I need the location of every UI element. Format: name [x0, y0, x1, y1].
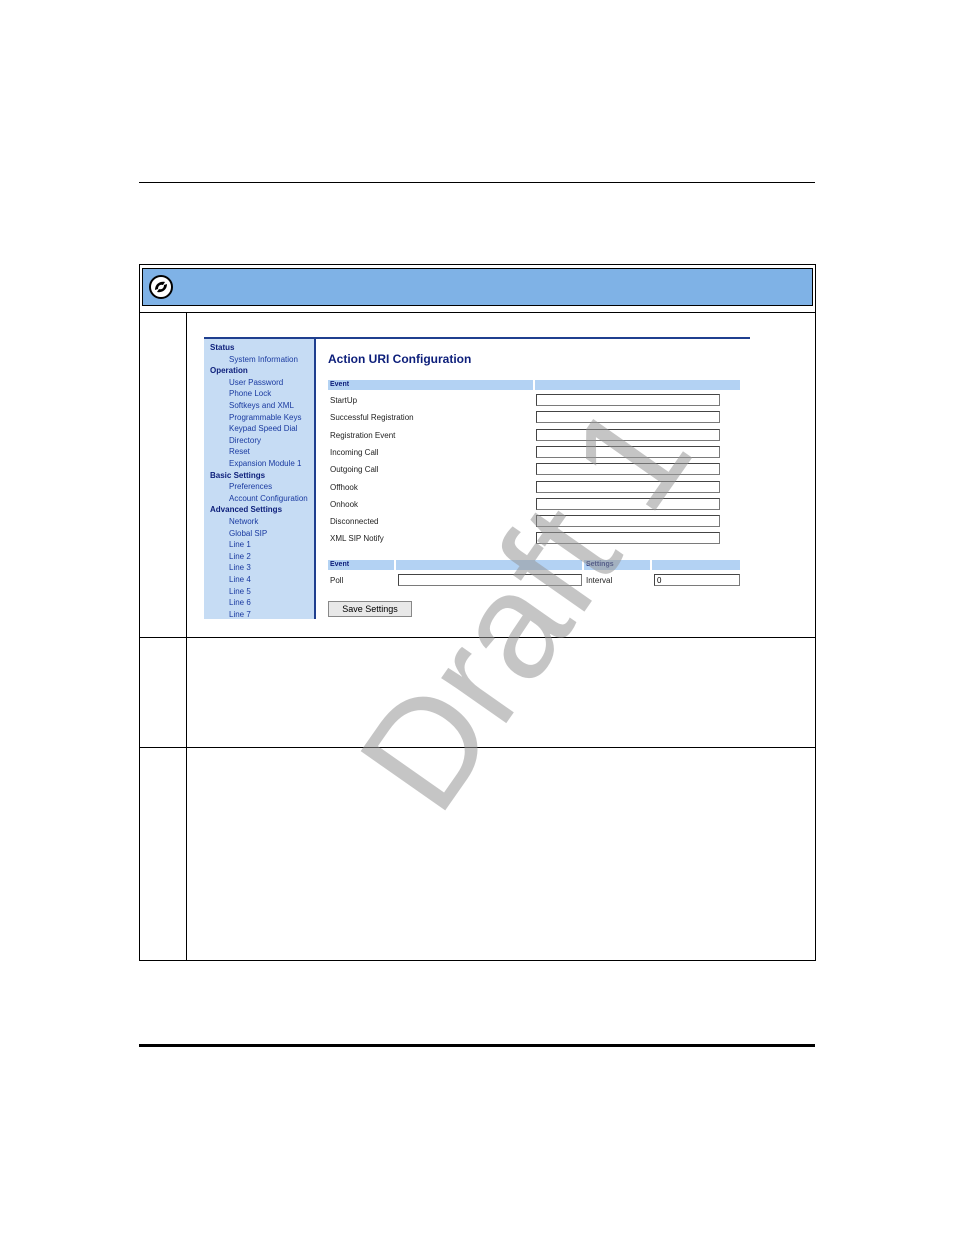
sidebar-item[interactable]: Account Configuration — [229, 494, 308, 504]
event-field-label: Incoming Call — [330, 447, 379, 457]
settings-header-band: Settings — [584, 560, 650, 570]
sidebar-item[interactable]: Line 4 — [229, 575, 251, 585]
sidebar-section-label: Basic Settings — [210, 470, 266, 480]
poll-label: Poll — [330, 576, 344, 585]
poll-input[interactable] — [398, 574, 582, 586]
sidebar-item[interactable]: Preferences — [229, 482, 272, 492]
event-uri-input[interactable] — [536, 463, 720, 476]
action-uri-screenshot: Status System Information Operation User Pa… — [204, 337, 750, 619]
sidebar-item[interactable]: User Password — [229, 378, 283, 388]
sidebar-item[interactable]: Programmable Keys — [229, 413, 301, 423]
sidebar-item[interactable]: Softkeys and XML — [229, 401, 294, 411]
event-uri-input[interactable] — [536, 480, 720, 493]
event-uri-input[interactable] — [536, 515, 720, 528]
event-uri-input[interactable] — [536, 428, 720, 441]
event-field-label: Outgoing Call — [330, 465, 379, 475]
event-uri-input[interactable] — [536, 532, 720, 545]
event-field-label: XML SIP Notify — [330, 534, 384, 544]
step-number-column-divider — [186, 312, 187, 960]
poll-value-header-band — [396, 560, 582, 570]
sidebar-item[interactable]: Line 6 — [229, 598, 251, 608]
event-field-label: Successful Registration — [330, 413, 414, 423]
event-uri-input[interactable] — [536, 445, 720, 458]
sidebar-item[interactable]: Line 5 — [229, 587, 251, 597]
sidebar-section-label: Operation — [210, 366, 248, 376]
web-ui-icon — [149, 275, 173, 299]
sidebar-item[interactable]: System Information — [229, 355, 298, 365]
event-field-label: Offhook — [330, 482, 358, 492]
event-header: Event — [330, 381, 350, 388]
event-uri-input[interactable] — [536, 411, 720, 424]
sidebar-item[interactable]: Directory — [229, 436, 261, 446]
event-field-label: Onhook — [330, 499, 359, 509]
page-top-rule — [139, 182, 815, 183]
page-bottom-rule — [139, 1044, 815, 1047]
settings-header: Settings — [586, 561, 614, 568]
event-field-label: Disconnected — [330, 517, 379, 527]
sidebar-item[interactable]: Phone Lock — [229, 389, 271, 399]
event-header-band: Event — [328, 380, 533, 390]
event-field-label: Registration Event — [330, 430, 396, 440]
sidebar-section-label: Advanced Settings — [210, 505, 283, 515]
save-settings-button[interactable]: Save Settings — [328, 601, 412, 617]
row-divider — [140, 747, 815, 748]
sidebar-item[interactable]: Line 7 — [229, 610, 251, 619]
event-uri-input[interactable] — [536, 497, 720, 510]
sidebar-item[interactable]: Line 3 — [229, 563, 251, 573]
sidebar-item[interactable]: Keypad Speed Dial — [229, 424, 298, 434]
sidebar-item[interactable]: Network — [229, 517, 258, 527]
sidebar-item[interactable]: Reset — [229, 447, 250, 457]
interval-value-header-band — [652, 560, 740, 570]
table-header-bar — [142, 268, 813, 306]
poll-event-header-band: Event — [328, 560, 394, 570]
page-title: Action URI Configuration — [328, 352, 472, 366]
interval-label: Interval — [586, 576, 613, 585]
event-uri-input[interactable] — [536, 394, 720, 406]
main-panel: Action URI Configuration Event StartUp Su… — [316, 339, 750, 619]
sidebar-nav: Status System Information Operation User Pa… — [204, 339, 316, 619]
row-divider — [140, 637, 815, 638]
poll-event-header: Event — [330, 561, 350, 568]
row-divider — [140, 312, 815, 313]
event-field-label: StartUp — [330, 396, 358, 405]
sidebar-section-label: Status — [210, 343, 235, 352]
sidebar-item[interactable]: Global SIP — [229, 529, 267, 539]
value-header-band — [535, 380, 740, 390]
sidebar-item[interactable]: Line 1 — [229, 540, 251, 550]
sidebar-item[interactable]: Line 2 — [229, 552, 251, 562]
sidebar-item[interactable]: Expansion Module 1 — [229, 459, 302, 469]
interval-input[interactable] — [654, 574, 740, 586]
